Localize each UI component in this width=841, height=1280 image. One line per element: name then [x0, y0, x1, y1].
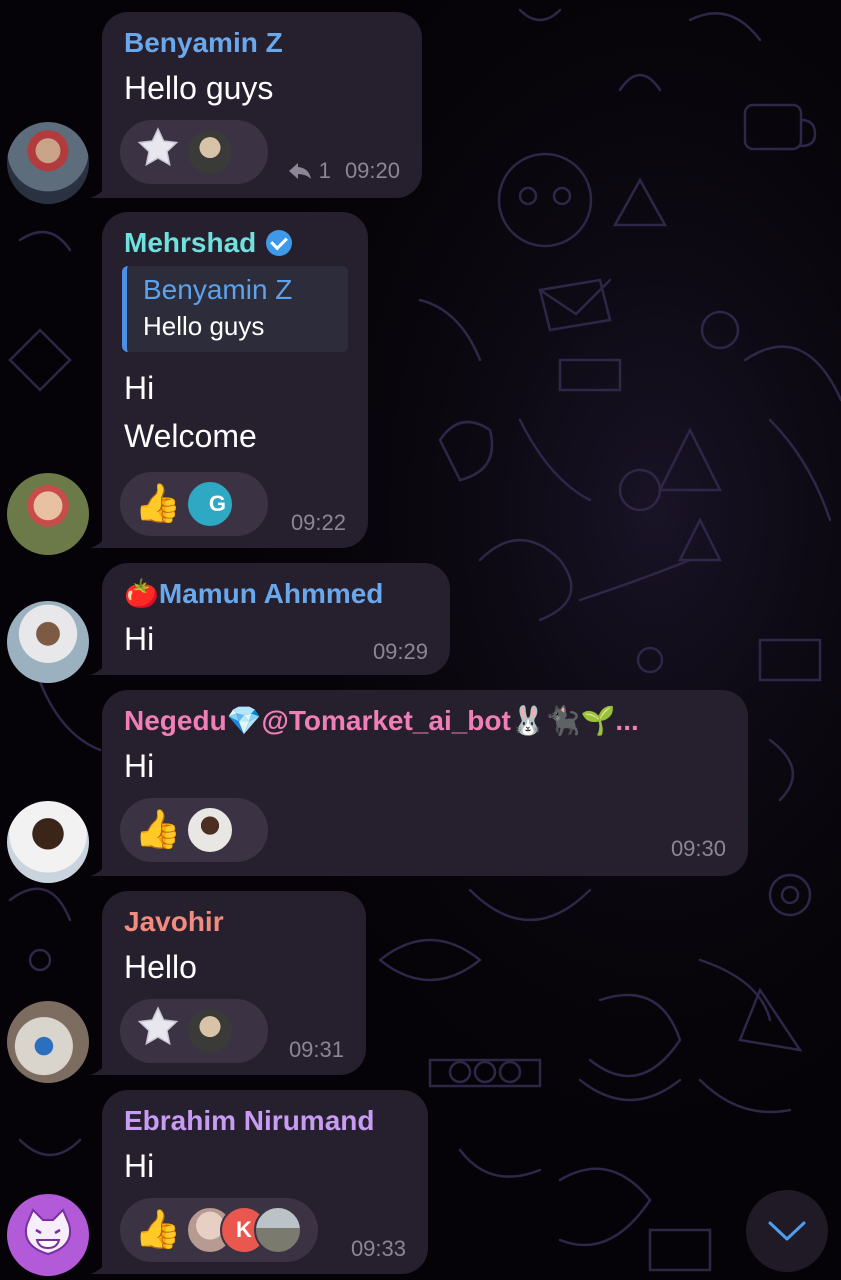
message-bubble[interactable]: Benyamin Z Hello guys 1 09:20: [102, 12, 422, 198]
bubble-tail: [90, 1055, 110, 1075]
sender-name[interactable]: Ebrahim Nirumand: [124, 1104, 406, 1138]
reply-quote[interactable]: Benyamin Z Hello guys: [122, 266, 348, 352]
message-time: 09:29: [372, 639, 428, 664]
reactor-avatar: [186, 1007, 234, 1055]
thumbs-up-emoji-icon: 👍: [134, 1209, 182, 1251]
message-time: 09:30: [670, 836, 726, 861]
message-bubble[interactable]: Mehrshad Benyamin Z Hello guys Hi Welcom…: [102, 212, 368, 548]
star-sticker-emoji-icon: [134, 126, 182, 178]
bubble-tail: [90, 1254, 110, 1274]
bubble-tail: [90, 856, 110, 876]
bubble-tail: [90, 655, 110, 675]
reaction-pill[interactable]: [120, 999, 268, 1063]
sender-name[interactable]: Javohir: [124, 905, 344, 939]
message-time: 09:20: [344, 158, 400, 183]
message-text-line: Hi: [124, 370, 155, 406]
avatar-mehrshad[interactable]: [7, 473, 89, 555]
avatar-benyamin[interactable]: [7, 122, 89, 204]
thumbs-up-emoji-icon: 👍: [134, 809, 182, 851]
reactor-avatar: [186, 128, 234, 176]
message-text: Hi: [124, 748, 155, 784]
reply-sender: Benyamin Z: [143, 274, 293, 305]
message-time: 09:31: [288, 1037, 344, 1062]
reactor-avatar-letter: G: [208, 491, 226, 516]
sender-name[interactable]: Negedu💎@Tomarket_ai_bot🐰🐈‍⬛🌱...: [124, 704, 726, 738]
message-text-line: Welcome: [124, 418, 257, 454]
message-bubble[interactable]: Javohir Hello 09:31: [102, 891, 366, 1075]
message-time: 09:33: [350, 1236, 406, 1261]
message-bubble[interactable]: 🍅Mamun Ahmmed Hi 09:29: [102, 563, 450, 675]
avatar-negedu[interactable]: [7, 801, 89, 883]
reaction-pill[interactable]: [120, 120, 268, 184]
message-footer: 1 09:20: [288, 158, 400, 184]
sender-name[interactable]: Mehrshad: [124, 226, 346, 260]
reaction-pill[interactable]: 👍: [120, 798, 268, 862]
reaction-pill[interactable]: 👍 G: [120, 472, 268, 536]
chevron-down-icon: [768, 1221, 806, 1241]
reply-text: Hello guys: [143, 311, 265, 341]
avatar-mamun[interactable]: [7, 601, 89, 683]
star-sticker-emoji-icon: [134, 1005, 182, 1057]
avatar-ebrahim[interactable]: [7, 1194, 89, 1276]
avatar-javohir[interactable]: [7, 1001, 89, 1083]
sender-name-label: Mamun Ahmmed: [158, 578, 384, 609]
cat-face-icon: [25, 1208, 71, 1256]
reactor-avatar: [254, 1206, 302, 1254]
sender-name[interactable]: Benyamin Z: [124, 26, 400, 60]
message-text: Hello guys: [124, 70, 274, 106]
message-text: Hello: [124, 949, 197, 985]
message-bubble[interactable]: Negedu💎@Tomarket_ai_bot🐰🐈‍⬛🌱... Hi 👍 09:…: [102, 690, 748, 876]
sender-name[interactable]: 🍅Mamun Ahmmed: [124, 577, 428, 611]
message-time: 09:22: [290, 510, 346, 535]
bubble-tail: [90, 528, 110, 548]
message-bubble[interactable]: Ebrahim Nirumand Hi 👍 K 09:33: [102, 1090, 428, 1274]
reaction-pill[interactable]: 👍 K: [120, 1198, 318, 1262]
message-text: Hi: [124, 1148, 155, 1184]
reactor-avatar: G: [186, 480, 234, 528]
verified-badge-icon: [266, 230, 293, 256]
tomato-emoji-icon: 🍅: [124, 578, 159, 609]
reply-count: 1: [318, 158, 331, 183]
reactor-avatar: [186, 806, 234, 854]
sender-name-label: Mehrshad: [124, 227, 257, 258]
bubble-tail: [90, 178, 110, 198]
thumbs-up-emoji-icon: 👍: [134, 483, 182, 525]
reply-arrow-icon: [288, 158, 318, 183]
scroll-to-bottom-button[interactable]: [746, 1190, 828, 1272]
